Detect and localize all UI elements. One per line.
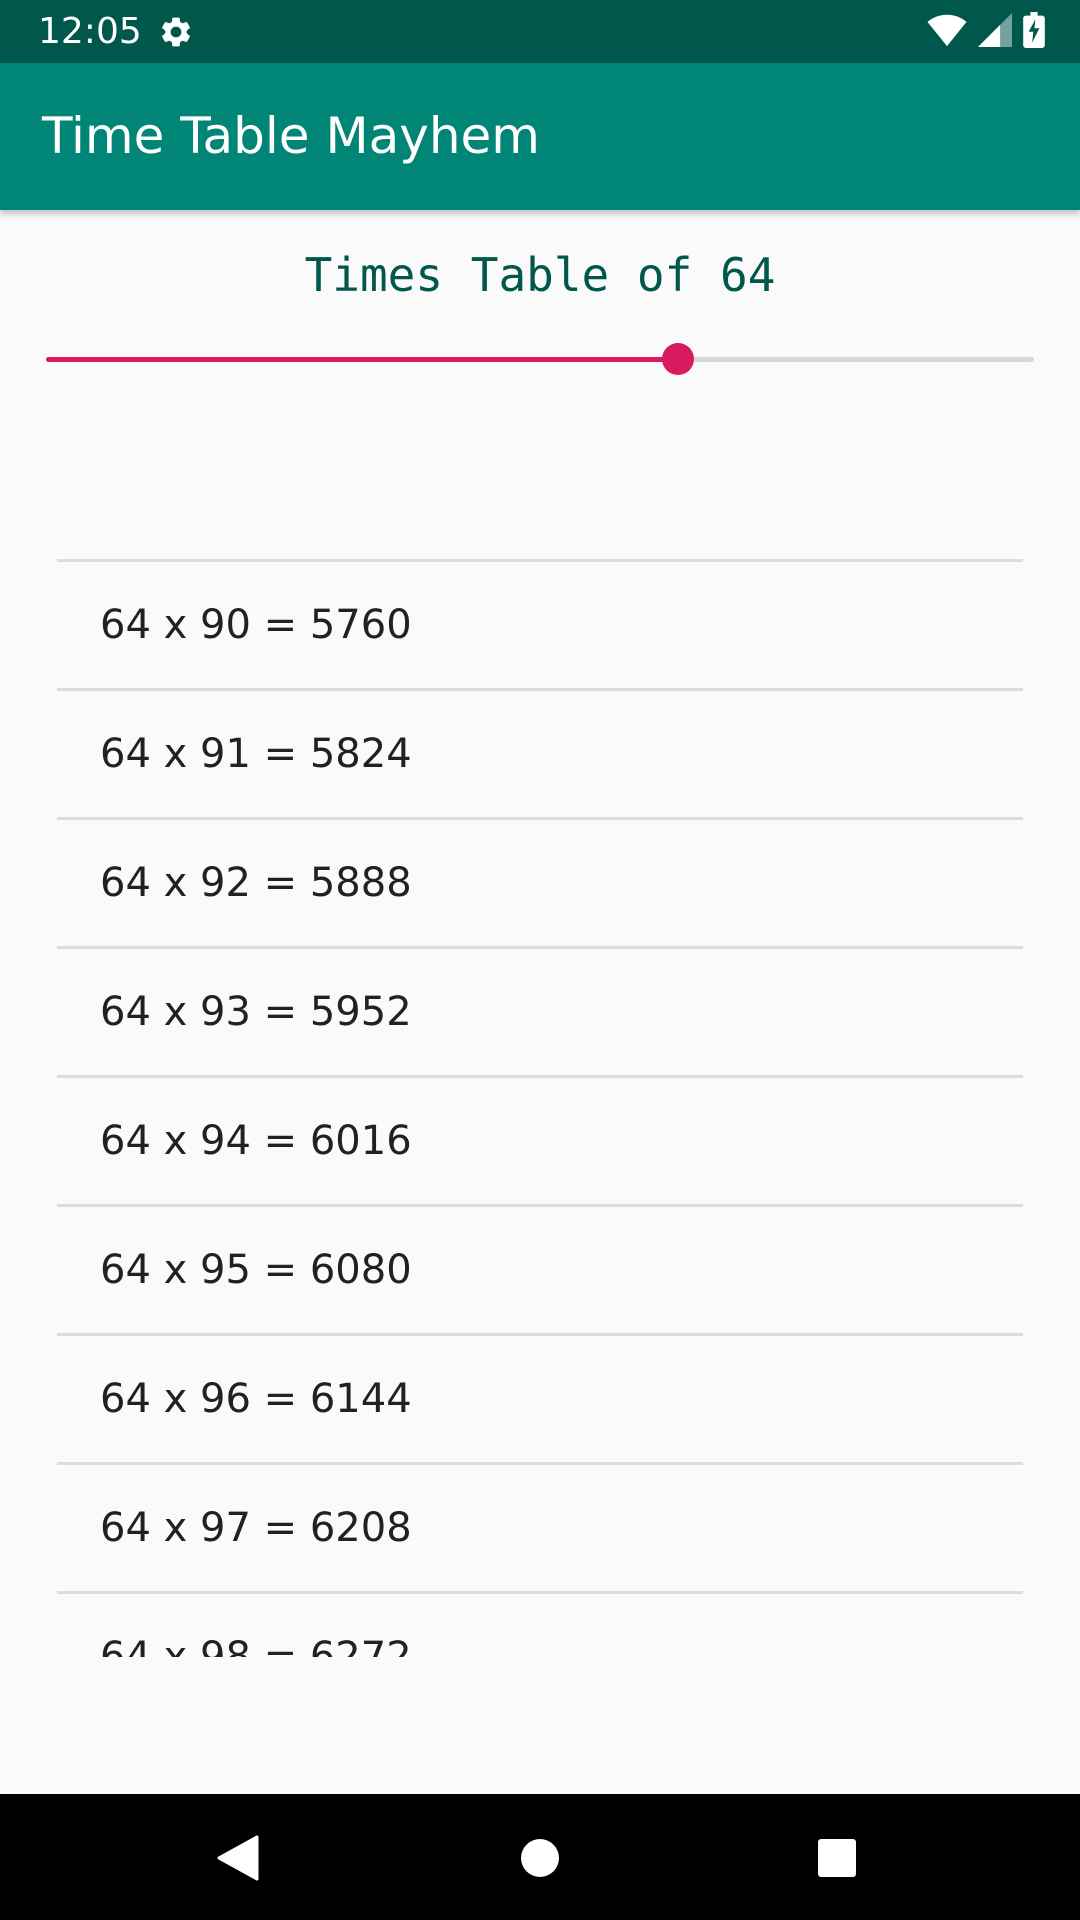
status-icons — [926, 12, 1046, 52]
signal-icon — [978, 13, 1012, 51]
number-slider[interactable] — [46, 338, 1034, 380]
slider-fill — [46, 357, 679, 362]
status-bar: 12:05 — [0, 0, 1080, 63]
back-icon[interactable] — [208, 1828, 268, 1888]
list-item[interactable]: 64 x 91 = 5824 — [57, 691, 1023, 820]
battery-charging-icon — [1022, 12, 1046, 52]
navigation-bar — [0, 1794, 1080, 1920]
gear-icon — [158, 14, 194, 50]
home-icon[interactable] — [510, 1828, 570, 1888]
list-item[interactable]: 64 x 96 = 6144 — [57, 1336, 1023, 1465]
list-item[interactable]: 64 x 93 = 5952 — [57, 949, 1023, 1078]
list-item[interactable]: 64 x 98 = 6272 — [57, 1594, 1023, 1657]
screen: 12:05 Time Table Mayhem Times Table of 6… — [0, 0, 1080, 1920]
wifi-icon — [926, 13, 968, 51]
times-table-heading: Times Table of 64 — [304, 248, 776, 302]
list-item[interactable]: 64 x 90 = 5760 — [57, 562, 1023, 691]
list-item[interactable]: 64 x 92 = 5888 — [57, 820, 1023, 949]
recents-icon[interactable] — [807, 1828, 867, 1888]
list-item[interactable]: 64 x 97 = 6208 — [57, 1465, 1023, 1594]
app-title: Time Table Mayhem — [42, 107, 540, 165]
app-bar: Time Table Mayhem — [0, 63, 1080, 210]
status-time: 12:05 — [38, 11, 142, 52]
times-table-list[interactable]: 64 x 90 = 5760 64 x 91 = 5824 64 x 92 = 58… — [57, 559, 1023, 1657]
list-item[interactable]: 64 x 94 = 6016 — [57, 1078, 1023, 1207]
slider-thumb[interactable] — [662, 343, 695, 375]
list-item[interactable]: 64 x 95 = 6080 — [57, 1207, 1023, 1336]
